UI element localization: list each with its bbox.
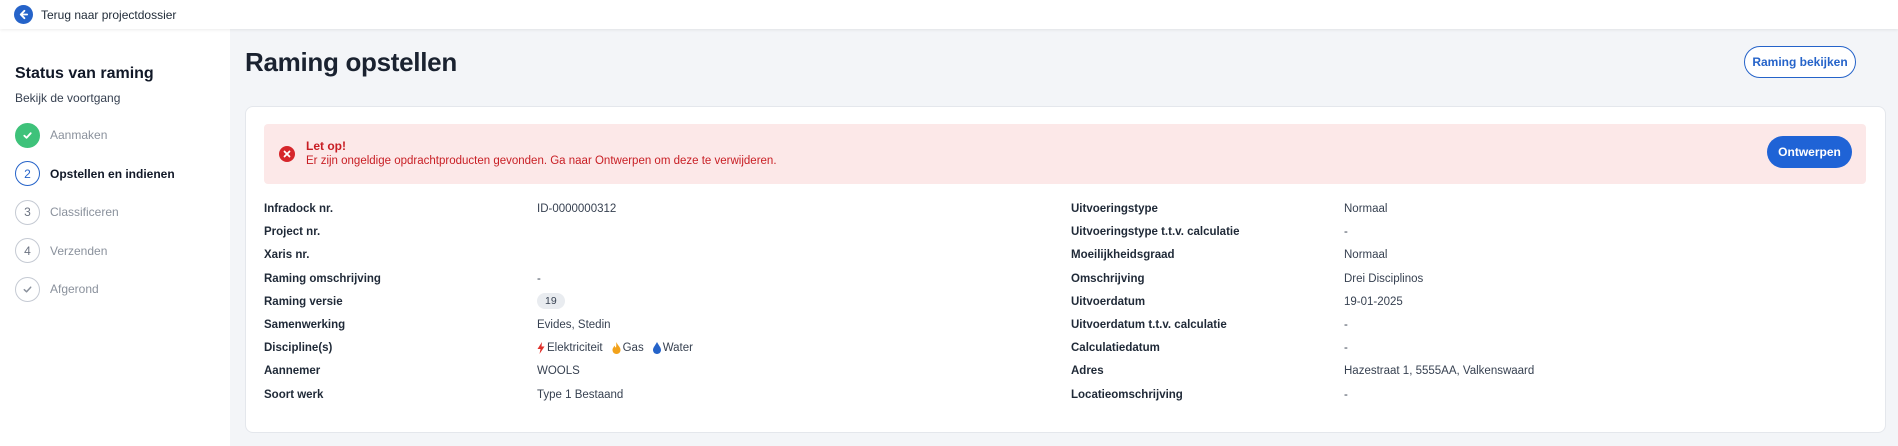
detail-label: Infradock nr.: [264, 203, 334, 215]
back-arrow-icon[interactable]: [14, 5, 33, 24]
detail-value: -: [537, 272, 541, 285]
sidebar-title: Status van raming: [15, 65, 154, 82]
back-link[interactable]: Terug naar projectdossier: [41, 8, 176, 22]
step-verzenden: 4 Verzenden: [15, 232, 230, 271]
detail-value: -: [1344, 226, 1348, 239]
detail-value: 19-01-2025: [1344, 295, 1403, 308]
top-bar: Terug naar projectdossier: [0, 0, 1898, 29]
alert-message: Er zijn ongeldige opdrachtproducten gevo…: [306, 155, 777, 167]
detail-label: Calculatiedatum: [1071, 342, 1160, 355]
progress-steps: Aanmaken 2 Opstellen en indienen 3 Class…: [15, 116, 230, 309]
detail-label: Uitvoeringstype: [1071, 203, 1158, 215]
step-classificeren: 3 Classificeren: [15, 193, 230, 232]
detail-label: Omschrijving: [1071, 272, 1145, 285]
page-title: Raming opstellen: [245, 47, 457, 77]
detail-label: Aannemer: [264, 365, 321, 378]
detail-value: -: [1344, 318, 1348, 331]
discipline-gas: Gas: [612, 342, 644, 355]
detail-value: Evides, Stedin: [537, 318, 611, 331]
step-opstellen: 2 Opstellen en indienen: [15, 155, 230, 194]
check-icon: [15, 122, 40, 148]
detail-value: Drei Disciplinos: [1344, 272, 1424, 285]
detail-value: 19: [537, 292, 565, 309]
detail-label: Uitvoerdatum t.t.v. calculatie: [1071, 318, 1227, 331]
step-label: Aanmaken: [50, 128, 108, 143]
step-afgerond: Afgerond: [15, 270, 230, 309]
detail-label: Raming versie: [264, 295, 343, 308]
lightning-icon: [537, 342, 545, 355]
detail-label: Raming omschrijving: [264, 272, 381, 285]
discipline-label: Elektriciteit: [547, 342, 603, 355]
discipline-label: Water: [662, 342, 693, 355]
detail-label: Locatieomschrijving: [1071, 388, 1183, 401]
step-label: Verzenden: [50, 243, 108, 258]
flame-icon: [612, 342, 621, 355]
step-number: 3: [15, 199, 40, 225]
detail-label: Uitvoeringstype t.t.v. calculatie: [1071, 226, 1240, 239]
step-aanmaken: Aanmaken: [15, 116, 230, 155]
version-badge: 19: [537, 292, 565, 309]
discipline-list: Elektriciteit Gas Water: [537, 342, 698, 355]
sidebar-subtitle: Bekijk de voortgang: [15, 91, 121, 105]
discipline-elektriciteit: Elektriciteit: [537, 342, 603, 355]
step-number: 4: [15, 238, 40, 264]
detail-label: Xaris nr.: [264, 249, 310, 262]
step-label: Classificeren: [50, 205, 119, 220]
detail-value: WOOLS: [537, 365, 580, 378]
detail-value: Normaal: [1344, 203, 1388, 215]
detail-value: -: [1344, 342, 1348, 355]
detail-label: Moeilijkheidsgraad: [1071, 249, 1175, 262]
discipline-water: Water: [652, 342, 693, 355]
alert-title: Let op!: [306, 139, 346, 153]
detail-value: Normaal: [1344, 249, 1388, 262]
main-content: Raming opstellen Raming bekijken Let op!…: [230, 29, 1898, 446]
detail-value: ID-0000000312: [537, 203, 617, 215]
step-number: 2: [15, 161, 40, 187]
detail-value: -: [1344, 388, 1348, 401]
detail-value: Hazestraat 1, 5555AA, Valkenswaard: [1344, 365, 1535, 378]
step-label: Opstellen en indienen: [50, 166, 175, 181]
detail-label: Discipline(s): [264, 342, 333, 355]
detail-label: Adres: [1071, 365, 1104, 378]
water-drop-icon: [652, 342, 661, 355]
raming-card: Let op! Er zijn ongeldige opdrachtproduc…: [245, 106, 1886, 433]
detail-label: Soort werk: [264, 388, 324, 401]
error-icon: [279, 146, 295, 162]
step-label: Afgerond: [50, 282, 99, 297]
detail-label: Project nr.: [264, 226, 321, 239]
ontwerpen-button[interactable]: Ontwerpen: [1767, 136, 1852, 168]
detail-value: Type 1 Bestaand: [537, 388, 624, 401]
detail-label: Uitvoerdatum: [1071, 295, 1146, 308]
raming-bekijken-button[interactable]: Raming bekijken: [1744, 46, 1856, 78]
detail-label: Samenwerking: [264, 318, 346, 331]
check-outline-icon: [15, 276, 40, 302]
warning-alert: Let op! Er zijn ongeldige opdrachtproduc…: [264, 124, 1866, 184]
status-sidebar: Status van raming Bekijk de voortgang Aa…: [0, 29, 230, 446]
discipline-label: Gas: [622, 342, 644, 355]
